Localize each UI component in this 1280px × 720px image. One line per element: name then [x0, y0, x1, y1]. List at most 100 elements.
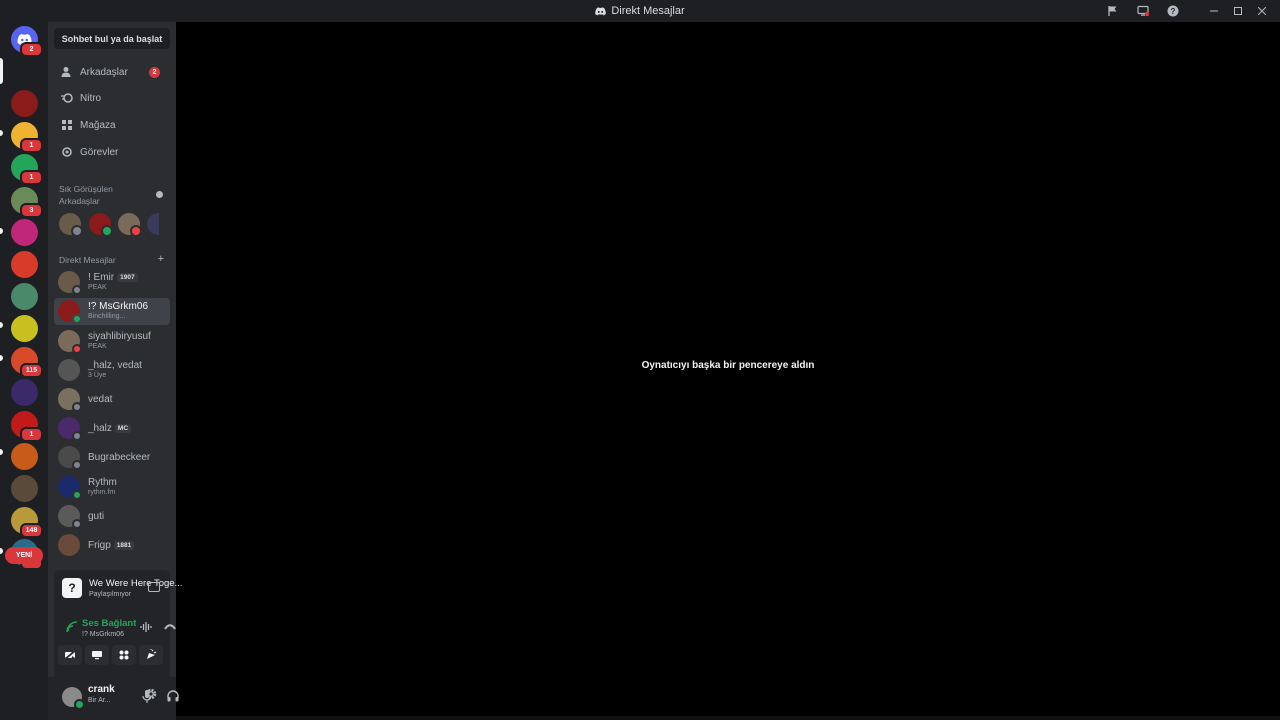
- server-icon[interactable]: 1: [11, 122, 43, 153]
- inbox-flag-button[interactable]: [1098, 0, 1128, 22]
- title-bar: Direkt Mesajlar ?: [0, 0, 1280, 22]
- nav-quests[interactable]: Görevler: [54, 140, 170, 164]
- dm-name-row: _halz, vedat: [88, 360, 142, 371]
- guild-tag: MC: [114, 424, 132, 433]
- noise-suppression-icon[interactable]: [140, 622, 152, 632]
- presence-dot: [72, 314, 82, 324]
- server-icon[interactable]: [11, 475, 38, 502]
- dm-item[interactable]: vedat: [54, 386, 170, 413]
- activities-icon: [119, 650, 129, 660]
- dm-subtext: 3 Üye: [88, 372, 107, 379]
- dm-name: Frigp: [88, 540, 111, 551]
- server-icon[interactable]: [11, 219, 38, 246]
- shop-icon: [60, 118, 74, 132]
- home-badge: 2: [20, 42, 43, 57]
- dm-avatar: [58, 300, 82, 324]
- monitor-icon: [1137, 5, 1149, 17]
- server-icon[interactable]: [11, 90, 38, 117]
- headphones-icon[interactable]: [167, 690, 179, 702]
- dm-header: Direkt Mesajlar: [59, 255, 116, 265]
- presence-dot: [72, 519, 82, 529]
- dm-item[interactable]: Bugrabeckeer: [54, 444, 170, 471]
- activity-title: We Were Here Toge...: [89, 578, 183, 589]
- dm-avatar: [58, 505, 82, 529]
- create-dm-plus-icon[interactable]: +: [158, 253, 164, 265]
- help-button[interactable]: ?: [1158, 0, 1188, 22]
- frequent-header-line2: Arkadaşlar: [59, 196, 100, 206]
- minimize-icon: [1210, 10, 1218, 12]
- server-mention-badge: 3: [20, 203, 43, 218]
- dm-avatar: [58, 476, 82, 500]
- nav-friends[interactable]: Arkadaşlar 2: [54, 60, 170, 84]
- server-rail: 2 1131151148109 YENİ: [0, 22, 48, 720]
- minimize-button[interactable]: [1202, 0, 1226, 22]
- dm-item[interactable]: !? MsGrkm06 Binchilling...: [54, 298, 170, 325]
- server-icon[interactable]: 148: [11, 507, 43, 538]
- window-title-text: Direkt Mesajlar: [611, 5, 685, 17]
- dm-name: _halz: [88, 423, 112, 434]
- voice-channel[interactable]: !? MsGrkm06: [82, 631, 124, 638]
- server-icon[interactable]: 115: [11, 347, 43, 378]
- frequent-friend-avatar[interactable]: [89, 213, 113, 237]
- dm-item[interactable]: _halz MC: [54, 415, 170, 442]
- dm-item[interactable]: ! Emir 1907 PEAK: [54, 269, 170, 296]
- disconnect-icon[interactable]: [164, 624, 176, 631]
- dm-sidebar: Sohbet bul ya da başlat Arkadaşlar 2 Nit…: [48, 22, 182, 720]
- server-mention-badge: 1: [20, 427, 43, 442]
- home-button[interactable]: 2: [11, 26, 43, 57]
- dm-item[interactable]: _halz, vedat 3 Üye: [54, 357, 170, 384]
- server-icon[interactable]: [11, 443, 38, 470]
- dm-item[interactable]: Rythm rythm.fm: [54, 474, 170, 501]
- frequent-friend-avatar[interactable]: [147, 213, 159, 235]
- dm-name-row: _halz MC: [88, 423, 132, 434]
- server-icon[interactable]: [11, 315, 38, 342]
- frequent-friend-avatar[interactable]: [118, 213, 142, 237]
- user-name[interactable]: crank: [88, 684, 115, 695]
- search-input[interactable]: Sohbet bul ya da başlat: [54, 28, 170, 49]
- nav-nitro[interactable]: Nitro: [54, 86, 170, 110]
- server-icon[interactable]: 3: [11, 187, 43, 218]
- dm-name: vedat: [88, 394, 113, 405]
- dm-name-row: guti: [88, 511, 104, 522]
- activities-button[interactable]: [112, 645, 136, 665]
- nitro-icon: [60, 91, 74, 105]
- server-icon[interactable]: [11, 283, 38, 310]
- flag-icon: [1108, 6, 1117, 16]
- camera-button[interactable]: [58, 645, 82, 665]
- info-icon[interactable]: [156, 191, 163, 198]
- close-button[interactable]: [1250, 0, 1274, 22]
- unread-pill: [0, 228, 3, 234]
- dm-name: Rythm: [88, 477, 117, 488]
- server-icon[interactable]: 1: [11, 411, 43, 442]
- settings-gear-icon[interactable]: [145, 688, 157, 700]
- server-icon[interactable]: 1: [11, 154, 43, 185]
- server-icon[interactable]: [11, 379, 38, 406]
- server-mention-badge: 148: [20, 523, 43, 538]
- dm-name: siyahlibiryusuf: [88, 331, 151, 342]
- frequent-header-line1: Sık Görüşülen: [59, 184, 113, 194]
- signal-icon: [66, 621, 78, 633]
- dm-item[interactable]: siyahlibiryusuf PEAK: [54, 328, 170, 355]
- screen-share-button[interactable]: [1128, 0, 1158, 22]
- user-avatar[interactable]: [62, 687, 85, 710]
- dm-item[interactable]: Frigp 1881: [54, 532, 170, 559]
- dm-name: !? MsGrkm06: [88, 301, 149, 312]
- server-mention-badge: 1: [20, 170, 43, 185]
- new-servers-pill[interactable]: YENİ: [5, 547, 43, 564]
- close-icon: [1258, 7, 1266, 15]
- nav-shop[interactable]: Mağaza: [54, 113, 170, 137]
- maximize-button[interactable]: [1226, 0, 1250, 22]
- dm-name-row: Rythm: [88, 477, 117, 488]
- svg-text:?: ?: [1171, 7, 1176, 16]
- dm-name: _halz, vedat: [88, 360, 142, 371]
- voice-status[interactable]: Ses Bağlantısı K: [82, 618, 136, 629]
- unread-pill: [0, 548, 3, 554]
- stream-button[interactable]: [148, 582, 160, 592]
- dm-name-row: vedat: [88, 394, 112, 405]
- server-icon[interactable]: [11, 251, 38, 278]
- soundboard-button[interactable]: [139, 645, 163, 665]
- dm-item[interactable]: guti: [54, 503, 170, 530]
- frequent-friend-avatar[interactable]: [59, 213, 83, 237]
- dm-subtext: rythm.fm: [88, 489, 116, 496]
- screen-share-panel-button[interactable]: [85, 645, 109, 665]
